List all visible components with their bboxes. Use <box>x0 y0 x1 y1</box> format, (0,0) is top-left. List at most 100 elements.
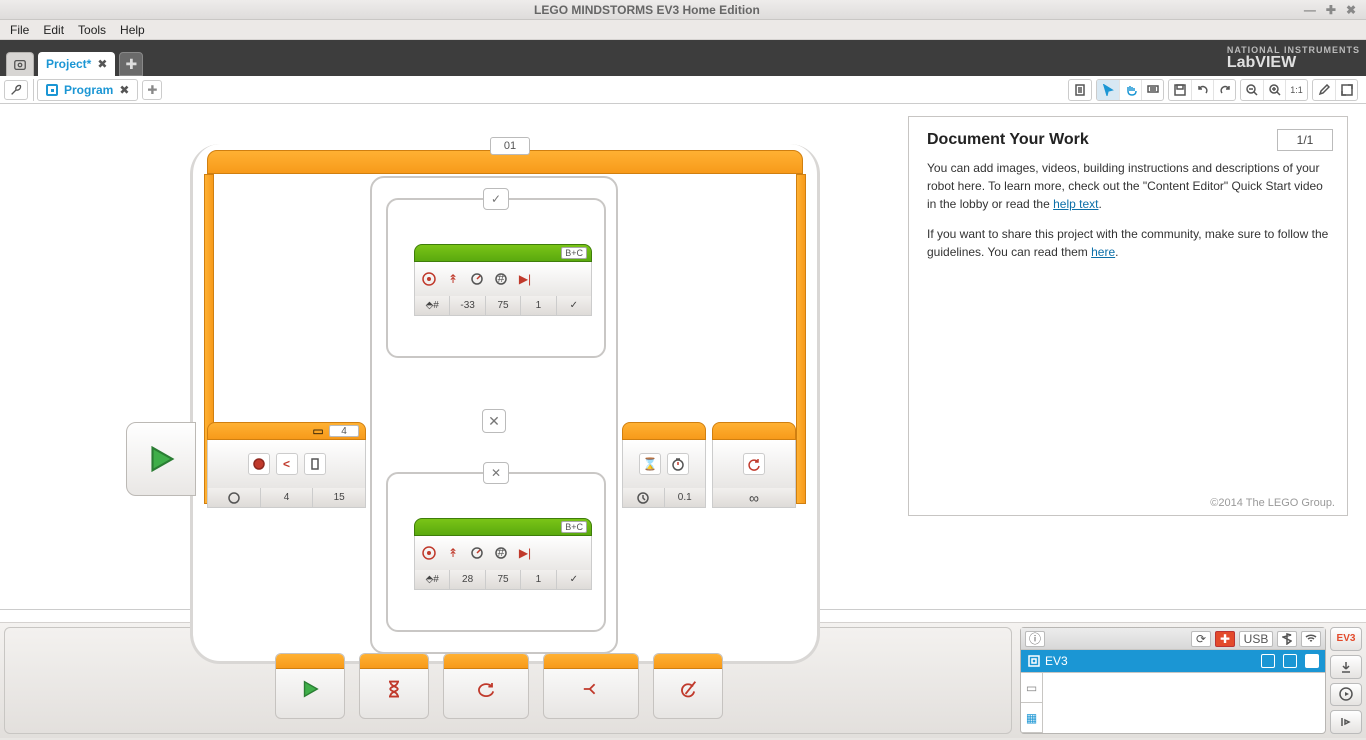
switch-compare-cell[interactable]: 4 <box>261 488 314 507</box>
menu-tools[interactable]: Tools <box>78 23 106 37</box>
add-project-button[interactable]: ✚ <box>119 52 143 76</box>
motor-port-field[interactable]: B+C <box>561 247 587 259</box>
zoom-in-icon <box>1269 84 1281 96</box>
motor-port-field[interactable]: B+C <box>561 521 587 533</box>
switch-port-field[interactable]: 4 <box>329 425 359 437</box>
start-block[interactable] <box>126 422 196 496</box>
switch-add-case-button[interactable]: ✕ <box>482 409 506 433</box>
move-steering-block-true[interactable]: B+C ↟ # ▶| ⬘# -33 75 1 ✓ <box>414 244 592 316</box>
loop-condition-cell[interactable]: ∞ <box>713 488 795 507</box>
brick-refresh-button[interactable]: ⟳ <box>1191 631 1211 647</box>
zoom-in-button[interactable] <box>1263 80 1285 100</box>
brick-bt-checkbox[interactable] <box>1283 654 1297 668</box>
brake-cell[interactable]: ✓ <box>557 570 591 589</box>
brick-view-ports[interactable]: ▦ <box>1021 703 1042 733</box>
rotations-cell[interactable]: 1 <box>521 570 556 589</box>
project-tab[interactable]: Project* ✖ <box>38 52 115 76</box>
switch-case-false[interactable]: ✕ B+C ↟ # ▶| ⬘# 28 75 1 ✓ <box>386 472 606 632</box>
window-minimize-button[interactable]: — <box>1304 3 1316 17</box>
steering-cell[interactable]: -33 <box>450 296 485 315</box>
redo-button[interactable] <box>1213 80 1235 100</box>
brick-wifi-checkbox[interactable] <box>1305 654 1319 668</box>
wrench-icon <box>9 83 23 97</box>
power-dial-icon <box>467 269 487 289</box>
loop-icon <box>474 679 498 699</box>
download-button[interactable] <box>1330 655 1362 679</box>
zoom-out-button[interactable] <box>1241 80 1263 100</box>
switch-mode-cell[interactable] <box>208 488 261 507</box>
palette-item-wait[interactable] <box>359 653 429 719</box>
palette-item-switch[interactable] <box>543 653 639 719</box>
loop-name-field[interactable]: 01 <box>490 137 530 155</box>
lobby-button[interactable] <box>6 52 34 76</box>
brick-usb-checkbox[interactable] <box>1261 654 1275 668</box>
play-icon <box>299 678 321 700</box>
menu-help[interactable]: Help <box>120 23 145 37</box>
mode-cell[interactable]: ⬘# <box>415 570 450 589</box>
brick-device-row[interactable]: EV3 <box>1021 650 1325 672</box>
add-program-button[interactable]: ✚ <box>142 80 162 100</box>
pan-tool-button[interactable] <box>1119 80 1141 100</box>
save-button[interactable] <box>1169 80 1191 100</box>
steering-wheel-icon <box>419 543 439 563</box>
brick-status-button[interactable]: EV3 <box>1330 627 1362 651</box>
palette-item-start[interactable] <box>275 653 345 719</box>
steering-cell[interactable]: 28 <box>450 570 485 589</box>
open-content-button[interactable] <box>1069 80 1091 100</box>
power-cell[interactable]: 75 <box>486 296 521 315</box>
brick-disconnect-button[interactable]: ✚ <box>1215 631 1235 647</box>
move-steering-block-false[interactable]: B+C ↟ # ▶| ⬘# 28 75 1 ✓ <box>414 518 592 590</box>
brake-cell[interactable]: ✓ <box>557 296 591 315</box>
edit-mode-button[interactable] <box>1313 80 1335 100</box>
wait-mode-cell[interactable] <box>623 488 665 507</box>
zoom-reset-button[interactable]: 1:1 <box>1285 80 1307 100</box>
menu-bar: File Edit Tools Help <box>0 20 1366 40</box>
comment-icon <box>1147 84 1159 96</box>
switch-block-header[interactable]: ▭4 < 4 15 <box>207 422 366 508</box>
project-tab-close[interactable]: ✖ <box>97 57 107 71</box>
work-area: 01 ▭4 < 4 15 ✓ <box>0 104 1366 610</box>
switch-block[interactable]: ✓ B+C ↟ # ▶| ⬘# -33 75 1 ✓ <box>370 176 618 654</box>
brick-view-info[interactable]: ▭ <box>1021 673 1042 703</box>
timer-icon <box>667 453 689 475</box>
toggle-docpanel-button[interactable] <box>1335 80 1357 100</box>
guidelines-link[interactable]: here <box>1091 245 1115 259</box>
window-maximize-button[interactable]: ✚ <box>1326 3 1336 17</box>
brick-conn-usb[interactable]: USB <box>1239 631 1273 647</box>
wait-seconds-cell[interactable]: 0.1 <box>665 488 706 507</box>
switch-case-true[interactable]: ✓ B+C ↟ # ▶| ⬘# -33 75 1 ✓ <box>386 198 606 358</box>
svg-text:#: # <box>498 272 505 285</box>
comment-tool-button[interactable] <box>1141 80 1163 100</box>
palette-item-loop-interrupt[interactable] <box>653 653 723 719</box>
rotations-cell[interactable]: 1 <box>521 296 556 315</box>
brick-info-button[interactable]: ⓘ <box>1025 631 1045 647</box>
play-bracket-icon <box>1339 715 1353 729</box>
hourglass-icon: ⌛ <box>639 453 661 475</box>
mode-cell[interactable]: ⬘# <box>415 296 450 315</box>
power-cell[interactable]: 75 <box>486 570 521 589</box>
wait-block[interactable]: ⌛ 0.1 <box>622 422 706 508</box>
program-tab[interactable]: Program ✖ <box>37 79 138 101</box>
window-close-button[interactable]: ✖ <box>1346 3 1356 17</box>
document-icon <box>1074 84 1086 96</box>
menu-edit[interactable]: Edit <box>43 23 64 37</box>
page-counter[interactable]: 1/1 <box>1277 129 1333 151</box>
case-true-tag[interactable]: ✓ <box>483 188 509 210</box>
brick-connection-panel: ⓘ ⟳ ✚ USB EV3 ▭ ▦ <box>1020 627 1326 734</box>
case-false-tag[interactable]: ✕ <box>483 462 509 484</box>
undo-button[interactable] <box>1191 80 1213 100</box>
palette-item-loop[interactable] <box>443 653 529 719</box>
menu-file[interactable]: File <box>10 23 29 37</box>
loop-end-block[interactable]: ∞ <box>712 422 796 508</box>
brick-conn-wifi[interactable] <box>1301 631 1321 647</box>
redo-icon <box>1219 84 1231 96</box>
project-properties-button[interactable] <box>4 80 28 100</box>
power-dial-icon <box>467 543 487 563</box>
run-selected-button[interactable] <box>1330 710 1362 734</box>
run-button[interactable] <box>1330 683 1362 707</box>
program-tab-close[interactable]: ✖ <box>119 83 129 97</box>
switch-threshold-cell[interactable]: 15 <box>313 488 365 507</box>
brick-conn-bluetooth[interactable] <box>1277 631 1297 647</box>
help-text-link[interactable]: help text <box>1053 197 1098 211</box>
pointer-tool-button[interactable] <box>1097 80 1119 100</box>
